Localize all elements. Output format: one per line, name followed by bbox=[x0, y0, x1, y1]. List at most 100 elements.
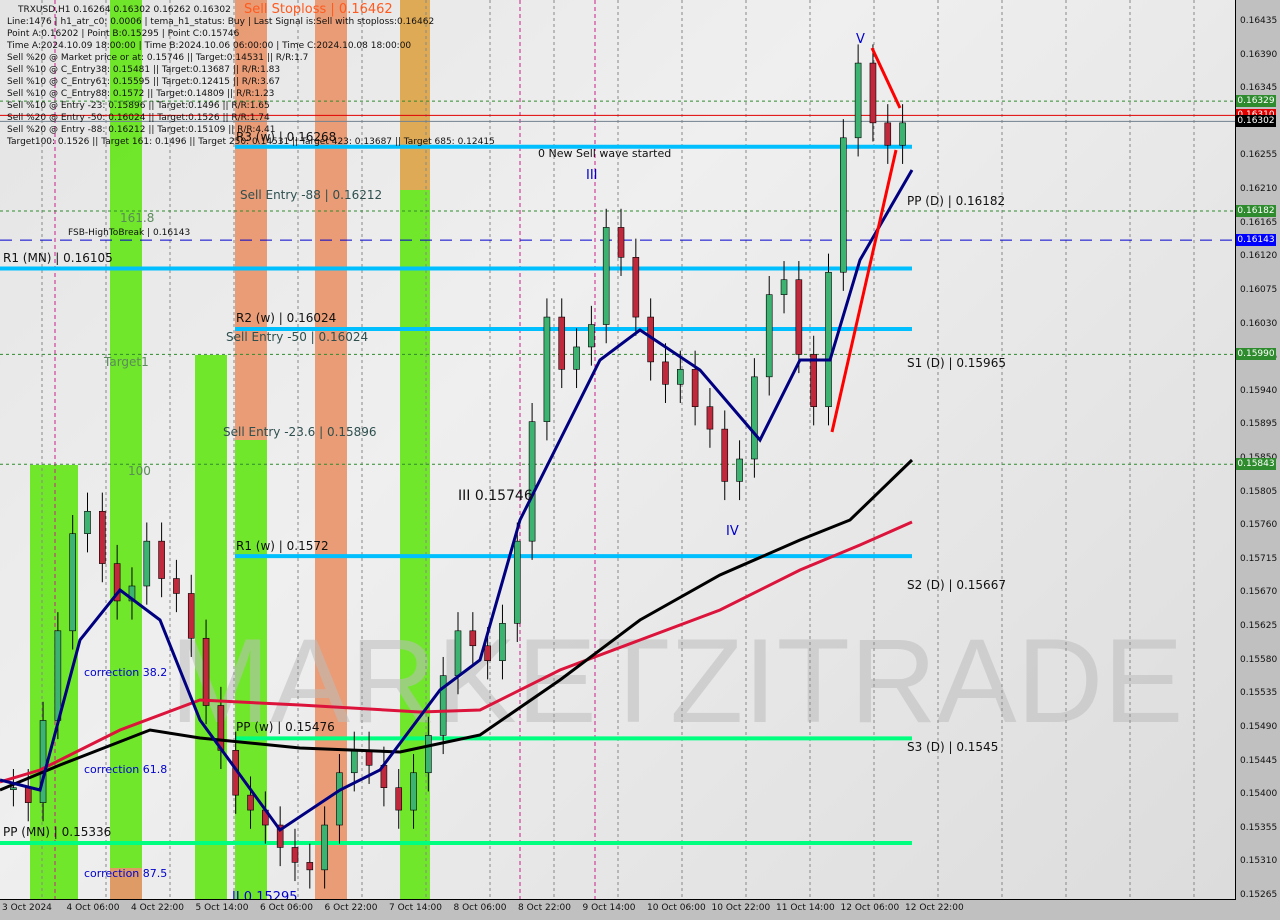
candle-body bbox=[588, 324, 595, 348]
price-tick-label: 0.16390 bbox=[1240, 49, 1278, 60]
session-zone bbox=[400, 0, 430, 190]
price-tick-label: 0.15760 bbox=[1240, 520, 1278, 531]
signal-info-line: Sell %20 @ Entry -50: 0.16024 || Target:… bbox=[7, 113, 270, 123]
price-badge: 0.15990 bbox=[1236, 348, 1276, 361]
sell-stoploss-label: Sell Stoploss | 0.16462 bbox=[244, 2, 393, 17]
time-tick-label: 10 Oct 06:00 bbox=[647, 903, 706, 913]
price-tick-label: 0.16165 bbox=[1240, 217, 1278, 228]
candle-body bbox=[795, 279, 803, 355]
candle-body bbox=[143, 540, 151, 587]
candle-body bbox=[247, 794, 254, 811]
candle-body bbox=[425, 735, 432, 774]
fsb-high-label: FSB-HighToBreak | 0.16143 bbox=[68, 228, 191, 238]
time-tick-label: 7 Oct 14:00 bbox=[389, 903, 442, 913]
time-tick-label: 5 Oct 14:00 bbox=[195, 903, 249, 913]
pp-monthly-label: PP (MN) | 0.15336 bbox=[3, 825, 112, 839]
candle-body bbox=[602, 227, 610, 325]
candle-body bbox=[350, 750, 358, 774]
sell-entry-23-label: Sell Entry -23.6 | 0.15896 bbox=[223, 425, 377, 439]
candle-body bbox=[573, 346, 580, 370]
wave-iv-marker: IV bbox=[726, 524, 739, 539]
candle-body bbox=[617, 227, 625, 258]
candle-body bbox=[69, 533, 76, 632]
signal-info-line: Sell %10 @ C_Entry38: 0.15481 || Target:… bbox=[7, 65, 281, 75]
time-tick-label: 9 Oct 14:00 bbox=[582, 903, 636, 913]
candle-body bbox=[780, 279, 788, 295]
signal-info-line: Point A:0.16202 | Point B:0.15295 | Poin… bbox=[7, 29, 240, 39]
candle-body bbox=[336, 772, 343, 826]
price-tick-label: 0.15895 bbox=[1240, 419, 1278, 430]
price-badge: 0.16143 bbox=[1236, 234, 1276, 247]
time-tick-label: 8 Oct 22:00 bbox=[518, 903, 571, 913]
s2-daily-label: S2 (D) | 0.15667 bbox=[907, 578, 1006, 592]
r1-weekly-label: R1 (w) | 0.1572 bbox=[236, 539, 329, 553]
correction-61-label: correction 61.8 bbox=[84, 763, 168, 776]
wave-v-marker: V bbox=[856, 32, 865, 47]
candle-body bbox=[691, 369, 699, 408]
candle-body bbox=[810, 354, 817, 408]
time-tick-label: 4 Oct 22:00 bbox=[131, 903, 184, 913]
candle-body bbox=[513, 540, 521, 624]
candle-body bbox=[632, 257, 640, 318]
price-tick-label: 0.15625 bbox=[1240, 621, 1278, 632]
price-tick-label: 0.15580 bbox=[1240, 654, 1278, 665]
s1-daily-label: S1 (D) | 0.15965 bbox=[907, 356, 1006, 370]
candle-body bbox=[721, 428, 729, 482]
time-tick-label: 8 Oct 06:00 bbox=[453, 903, 507, 913]
signal-info-line: Sell %10 @ Entry -23: 0.15896 || Target:… bbox=[7, 101, 270, 111]
candle-body bbox=[884, 122, 892, 146]
candle-body bbox=[469, 630, 477, 647]
candle-body bbox=[173, 578, 180, 594]
candle-body bbox=[54, 630, 62, 721]
time-tick-label: 10 Oct 22:00 bbox=[711, 903, 771, 913]
candle-body bbox=[365, 750, 373, 766]
price-tick-label: 0.15400 bbox=[1240, 789, 1278, 800]
price-tick-label: 0.16255 bbox=[1240, 150, 1278, 161]
candle-body bbox=[825, 271, 832, 408]
signal-info-line: Sell %20 @ Market price or at: 0.15746 |… bbox=[7, 53, 309, 63]
candle-body bbox=[291, 847, 299, 863]
sell-entry-88-label: Sell Entry -88 | 0.16212 bbox=[240, 188, 383, 202]
candle-body bbox=[662, 361, 669, 385]
candle-body bbox=[676, 369, 684, 385]
time-tick-label: 6 Oct 06:00 bbox=[260, 903, 313, 913]
pp-weekly-label: PP (w) | 0.15476 bbox=[236, 720, 335, 734]
wave-iii-price-label: III 0.15746 bbox=[458, 488, 533, 504]
signal-info-line: Sell %10 @ C_Entry61: 0.15595 || Target:… bbox=[7, 77, 281, 87]
candle-body bbox=[558, 316, 566, 370]
signal-info-line: Time A:2024.10.09 18:00:00 | Time B:2024… bbox=[7, 41, 412, 51]
s3-daily-label: S3 (D) | 0.1545 bbox=[907, 740, 999, 754]
time-tick-label: 12 Oct 06:00 bbox=[840, 903, 900, 913]
price-tick-label: 0.15805 bbox=[1240, 486, 1278, 497]
price-tick-label: 0.16075 bbox=[1240, 284, 1278, 295]
time-tick-label: 3 Oct 2024 bbox=[2, 903, 52, 913]
wave-ii-label: II 0.15295 bbox=[232, 890, 298, 900]
time-tick-label: 12 Oct 22:00 bbox=[905, 903, 964, 913]
price-tick-label: 0.16030 bbox=[1240, 318, 1278, 329]
candle-body bbox=[410, 772, 417, 811]
price-tick-label: 0.15355 bbox=[1240, 822, 1278, 833]
candle-body bbox=[543, 316, 551, 422]
fib-100-label: 100 bbox=[128, 464, 151, 478]
target1-label: Target1 bbox=[104, 355, 149, 369]
price-tick-label: 0.15445 bbox=[1240, 755, 1278, 766]
price-tick-label: 0.16435 bbox=[1240, 16, 1278, 26]
price-tick-label: 0.15715 bbox=[1240, 553, 1278, 564]
candle-body bbox=[528, 421, 536, 542]
candle-body bbox=[499, 623, 506, 661]
candle-body bbox=[854, 62, 862, 139]
candle-body bbox=[751, 376, 758, 460]
price-tick-label: 0.15940 bbox=[1240, 385, 1278, 396]
candle-body bbox=[202, 637, 210, 706]
price-tick-label: 0.15265 bbox=[1240, 890, 1278, 900]
candle-body bbox=[899, 122, 906, 146]
signal-info-line: Line:1476 | h1_atr_c0: 0.0006 | tema_h1_… bbox=[7, 17, 435, 27]
price-tick-label: 0.15310 bbox=[1240, 856, 1278, 867]
candle-body bbox=[840, 137, 847, 273]
new-sell-wave-annotation: 0 New Sell wave started bbox=[538, 147, 672, 160]
chart-plot-area[interactable]: MARKETZITRADE TRXUSD,H1 0.16264 0.16302 … bbox=[0, 0, 1236, 900]
r3-weekly-label: R3 (w) | 0.16268 bbox=[236, 130, 337, 144]
price-tick-label: 0.16210 bbox=[1240, 184, 1278, 195]
candle-body bbox=[10, 787, 17, 790]
price-tick-label: 0.15670 bbox=[1240, 587, 1278, 598]
